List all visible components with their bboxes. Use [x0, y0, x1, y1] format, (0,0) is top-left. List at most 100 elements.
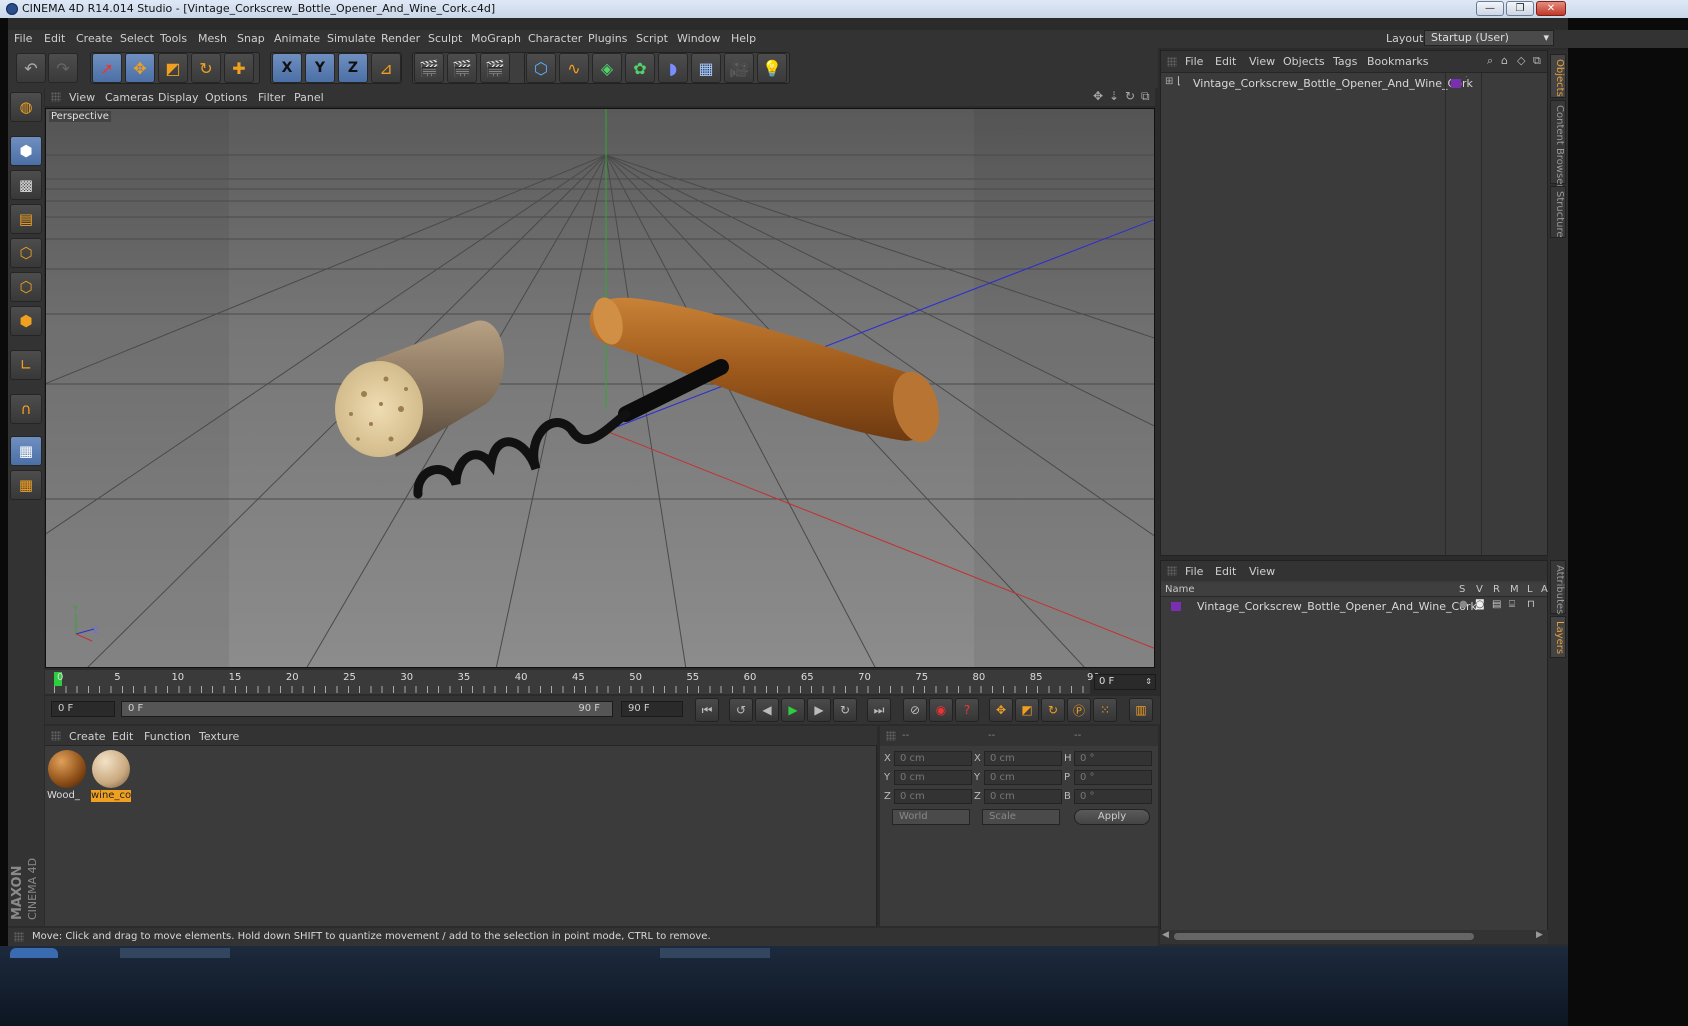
menu-window[interactable]: Window — [677, 32, 720, 45]
minimize-button[interactable]: — — [1476, 1, 1504, 16]
key-scale-button[interactable]: ◩ — [1015, 698, 1039, 722]
material-wine-cork[interactable]: wine_co — [91, 750, 131, 802]
go-to-end-button[interactable]: ⏭ — [867, 698, 891, 722]
objects-menu-edit[interactable]: Edit — [1215, 55, 1236, 68]
record-active-button[interactable]: ◉ — [929, 698, 953, 722]
layer-name[interactable]: Vintage_Corkscrew_Bottle_Opener_And_Wine… — [1197, 600, 1477, 613]
workplane-lock-button[interactable]: ▦ — [10, 436, 42, 466]
layers-menu-file[interactable]: File — [1185, 565, 1203, 578]
texture-mode-button[interactable]: ▩ — [10, 170, 42, 200]
viewport-menu-panel[interactable]: Panel — [294, 91, 324, 104]
menu-character[interactable]: Character — [528, 32, 582, 45]
tab-content-browser[interactable]: Content Browser — [1550, 100, 1566, 188]
make-editable-button[interactable]: ◍ — [10, 92, 42, 122]
material-menu-create[interactable]: Create — [69, 730, 106, 743]
add-camera-button[interactable]: 🎥 — [724, 53, 754, 83]
solo-toggle-icon[interactable]: ● — [1459, 599, 1468, 610]
home-icon[interactable]: ⌂ — [1501, 54, 1508, 67]
layer-row[interactable]: Vintage_Corkscrew_Bottle_Opener_And_Wine… — [1161, 599, 1547, 615]
viewport-menu-display[interactable]: Display — [158, 91, 199, 104]
tab-objects[interactable]: Objects — [1550, 54, 1566, 98]
start-frame-field[interactable]: 0 F — [51, 701, 115, 717]
position-x-field[interactable]: 0 cm — [894, 751, 972, 766]
snap-button[interactable]: ∩ — [10, 394, 42, 424]
next-frame-button[interactable]: ▶ — [807, 698, 831, 722]
render-view-button[interactable]: 🎬 — [414, 53, 444, 83]
add-light-button[interactable]: 💡 — [757, 53, 787, 83]
visibility-dots-icon[interactable]: ⁚ — [1465, 75, 1468, 84]
menu-help[interactable]: Help — [731, 32, 756, 45]
planar-workplane-button[interactable]: ▦ — [10, 470, 42, 500]
restore-button[interactable]: ❐ — [1506, 1, 1534, 16]
end-frame-field[interactable]: 90 F — [621, 701, 683, 717]
viewport-zoom-icon[interactable]: ⇣ — [1109, 89, 1119, 103]
add-spline-button[interactable]: ∿ — [559, 53, 589, 83]
apply-button[interactable]: Apply — [1074, 809, 1150, 825]
new-window-icon[interactable]: ⧉ — [1533, 54, 1541, 68]
layers-menu-edit[interactable]: Edit — [1215, 565, 1236, 578]
menu-edit[interactable]: Edit — [44, 32, 65, 45]
menu-simulate[interactable]: Simulate — [327, 32, 376, 45]
render-picture-viewer-button[interactable]: 🎬 — [447, 53, 477, 83]
key-rotation-button[interactable]: ↻ — [1041, 698, 1065, 722]
menu-select[interactable]: Select — [120, 32, 154, 45]
render-settings-button[interactable]: 🎬 — [480, 53, 510, 83]
eye-icon[interactable]: ◙ — [1475, 599, 1485, 610]
collapse-icon[interactable]: ◇ — [1517, 54, 1525, 67]
polygons-mode-button[interactable]: ⬢ — [10, 306, 42, 336]
autokey-button[interactable]: ? — [955, 698, 979, 722]
taskbar-app-button[interactable] — [660, 948, 770, 958]
menu-mograph[interactable]: MoGraph — [471, 32, 521, 45]
lock-icon[interactable]: ⊓ — [1527, 599, 1535, 610]
close-button[interactable]: ✕ — [1536, 1, 1566, 16]
recent-tool-button[interactable]: ✚ — [224, 53, 254, 83]
scroll-right-icon[interactable]: ▶ — [1536, 930, 1543, 940]
size-x-field[interactable]: 0 cm — [984, 751, 1062, 766]
coordinate-system-button[interactable]: ⊿ — [371, 53, 401, 83]
size-y-field[interactable]: 0 cm — [984, 770, 1062, 785]
rotate-tool-button[interactable]: ↻ — [191, 53, 221, 83]
menu-file[interactable]: File — [14, 32, 32, 45]
layer-horizontal-scrollbar[interactable]: ◀ ▶ — [1160, 930, 1548, 944]
next-key-button[interactable]: ↻ — [833, 698, 857, 722]
size-mode-select[interactable]: Scale — [982, 809, 1060, 825]
objects-menu-bookmarks[interactable]: Bookmarks — [1367, 55, 1428, 68]
object-name[interactable]: Vintage_Corkscrew_Bottle_Opener_And_Wine… — [1193, 77, 1473, 90]
move-tool-button[interactable]: ✥ — [125, 53, 155, 83]
viewport-menu-cameras[interactable]: Cameras — [105, 91, 154, 104]
prev-frame-button[interactable]: ◀ — [755, 698, 779, 722]
current-frame-field[interactable]: 0 F ⇕ — [1094, 674, 1156, 690]
menu-plugins[interactable]: Plugins — [588, 32, 627, 45]
object-row[interactable]: ⊞ ⌊ Vintage_Corkscrew_Bottle_Opener_And_… — [1161, 75, 1547, 91]
model-mode-button[interactable]: ⬢ — [10, 136, 42, 166]
expand-tree-icon[interactable]: ⊞ — [1165, 76, 1173, 87]
rotation-p-field[interactable]: 0 ° — [1074, 770, 1152, 785]
viewport-menu-view[interactable]: View — [69, 91, 95, 104]
manager-tree-icon[interactable]: ⌸ — [1509, 599, 1515, 610]
timeline-ruler[interactable]: 051015202530354045505560657075808590 — [45, 670, 1100, 694]
viewport-maximize-icon[interactable]: ⧉ — [1141, 89, 1150, 104]
tab-attributes[interactable]: Attributes — [1550, 560, 1566, 614]
axis-mode-button[interactable]: ∟ — [10, 350, 42, 380]
material-wood[interactable]: Wood_ — [47, 750, 87, 802]
live-selection-button[interactable]: ➚ — [92, 53, 122, 83]
x-axis-lock-button[interactable]: X — [272, 53, 302, 83]
viewport-menu-filter[interactable]: Filter — [258, 91, 285, 104]
layout-select[interactable]: Startup (User) ▾ — [1424, 30, 1554, 46]
size-z-field[interactable]: 0 cm — [984, 789, 1062, 804]
add-cube-button[interactable]: ⬡ — [526, 53, 556, 83]
frame-range-slider[interactable]: 0 F 90 F — [121, 701, 613, 717]
workplane-mode-button[interactable]: ▤ — [10, 204, 42, 234]
objects-menu-tags[interactable]: Tags — [1333, 55, 1357, 68]
render-clapper-icon[interactable]: ▤ — [1492, 599, 1501, 610]
timeline-button[interactable]: ▥ — [1129, 698, 1153, 722]
scrollbar-thumb[interactable] — [1174, 933, 1474, 940]
add-deformer-button[interactable]: ◗ — [658, 53, 688, 83]
key-pla-button[interactable]: ⁙ — [1093, 698, 1117, 722]
z-axis-lock-button[interactable]: Z — [338, 53, 368, 83]
coordinate-space-select[interactable]: World — [892, 809, 970, 825]
menu-animate[interactable]: Animate — [274, 32, 320, 45]
scale-tool-button[interactable]: ◩ — [158, 53, 188, 83]
material-menu-edit[interactable]: Edit — [112, 730, 133, 743]
record-keys-disabled-button[interactable]: ⊘ — [903, 698, 927, 722]
